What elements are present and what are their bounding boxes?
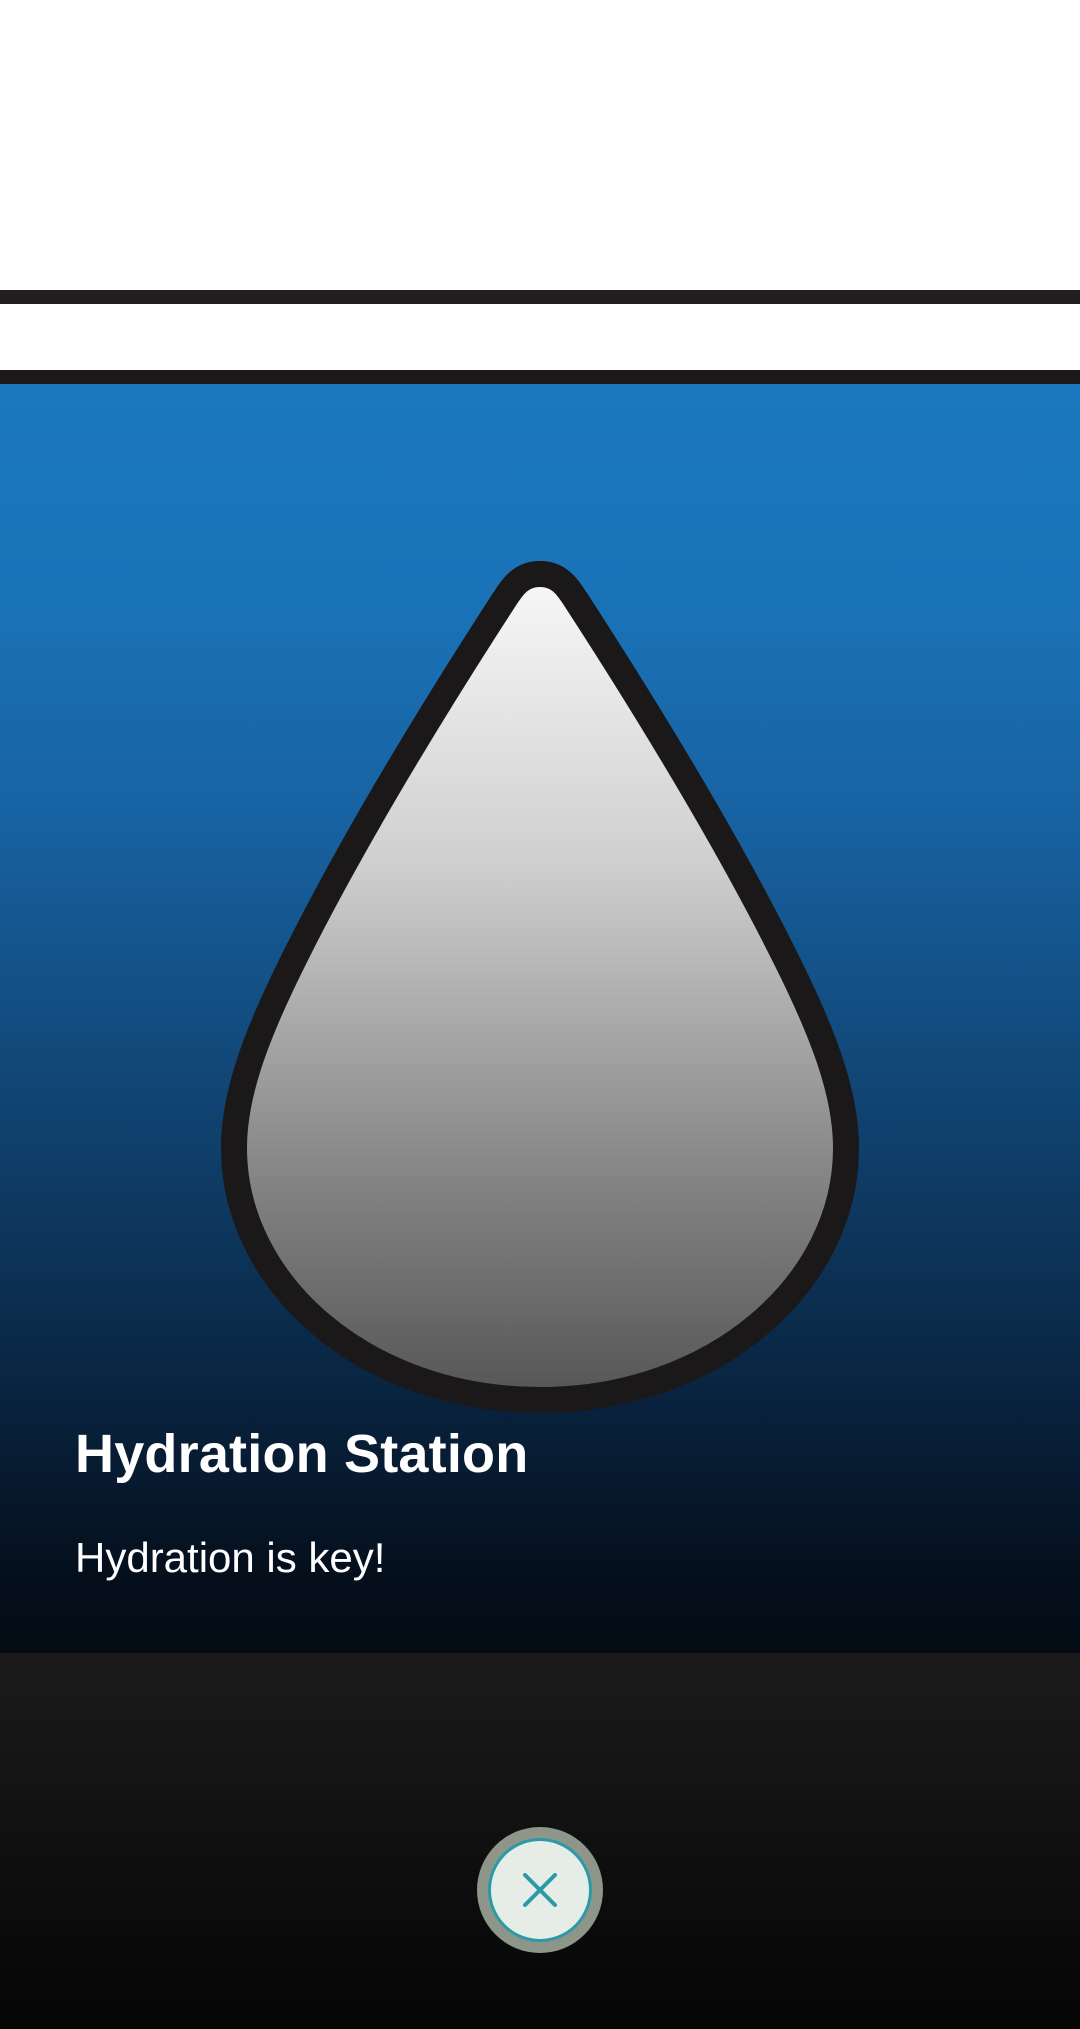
card-description: Hydration is key! xyxy=(75,1534,386,1581)
close-icon xyxy=(523,1873,557,1907)
close-button[interactable] xyxy=(477,1827,603,1953)
item-card: Hydration Station Hydration is key! xyxy=(0,370,1080,1675)
screen: Hydration Station Hydration is key! xyxy=(0,0,1080,2029)
close-button-face xyxy=(488,1838,592,1942)
card-title: Hydration Station xyxy=(75,1424,529,1484)
